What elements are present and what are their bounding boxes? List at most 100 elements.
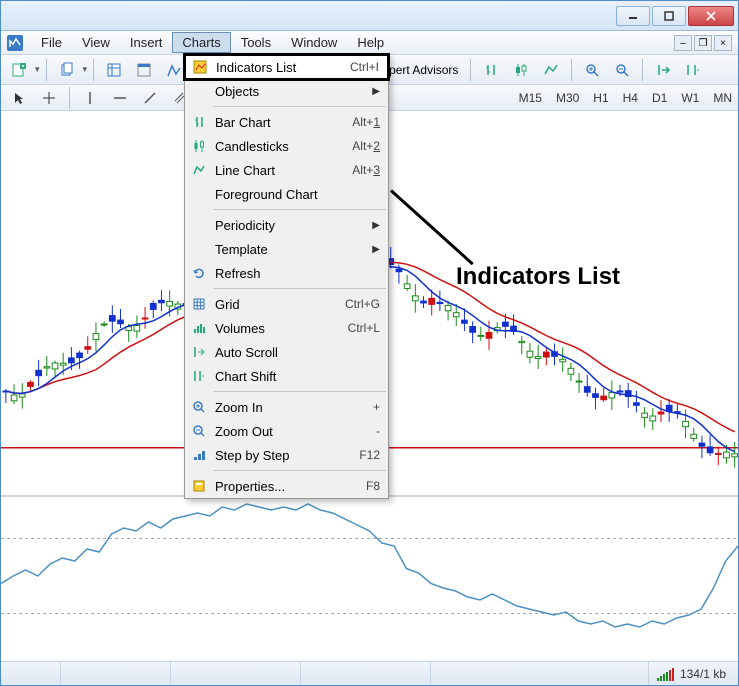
menu-window[interactable]: Window [281, 32, 347, 53]
menu-item-template[interactable]: Template ▶ [185, 237, 388, 261]
menu-item-refresh[interactable]: Refresh [185, 261, 388, 285]
menu-item-label: Bar Chart [215, 115, 271, 130]
submenu-arrow-icon: ▶ [372, 220, 380, 231]
bar-icon [191, 114, 207, 130]
menu-item-label: Zoom Out [215, 424, 273, 439]
menu-item-shortcut: F8 [366, 479, 380, 493]
zoom-in-button[interactable] [578, 58, 606, 82]
submenu-arrow-icon: ▶ [372, 86, 380, 97]
candle-icon [191, 138, 207, 154]
tf-h4[interactable]: H4 [617, 89, 644, 107]
menu-item-zoom-in[interactable]: Zoom In+ [185, 395, 388, 419]
tf-h1[interactable]: H1 [587, 89, 614, 107]
menu-item-label: Chart Shift [215, 369, 276, 384]
menu-item-shortcut: Ctrl+I [350, 60, 379, 74]
close-button[interactable] [688, 6, 734, 26]
menu-insert[interactable]: Insert [120, 32, 173, 53]
new-chart-button[interactable] [5, 58, 33, 82]
menu-item-label: Indicators List [216, 60, 296, 75]
chartshift-icon [191, 368, 207, 384]
menu-item-label: Step by Step [215, 448, 289, 463]
hline-button[interactable] [106, 86, 134, 110]
minimize-button[interactable] [616, 6, 650, 26]
annotation-label: Indicators List [456, 263, 620, 291]
cursor-button[interactable] [5, 86, 33, 110]
bar-chart-button[interactable] [477, 58, 505, 82]
zoomout-icon [191, 423, 207, 439]
statusbar: 134/1 kb [1, 661, 738, 685]
menu-item-indicators-list[interactable]: Indicators List Ctrl+I [183, 53, 390, 81]
chartshift-button[interactable] [679, 58, 707, 82]
titlebar [1, 1, 738, 31]
menu-separator [213, 288, 386, 289]
menu-file[interactable]: File [31, 32, 72, 53]
menu-item-label: Refresh [215, 266, 261, 281]
menu-item-shortcut: Alt+2 [352, 139, 380, 153]
vline-button[interactable] [76, 86, 104, 110]
connection-status[interactable]: 134/1 kb [649, 662, 738, 685]
mdi-minimize[interactable]: – [674, 35, 692, 51]
connection-bars-icon [657, 667, 674, 681]
menu-item-label: Candlesticks [215, 139, 289, 154]
tf-m30[interactable]: M30 [550, 89, 585, 107]
menu-item-label: Volumes [215, 321, 265, 336]
tf-d1[interactable]: D1 [646, 89, 673, 107]
trendline-button[interactable] [136, 86, 164, 110]
menu-item-shortcut: - [376, 424, 380, 438]
menu-separator [213, 106, 386, 107]
menu-item-label: Template [215, 242, 268, 257]
menu-item-candlesticks[interactable]: Candlesticks Alt+2 [185, 134, 388, 158]
menu-item-properties[interactable]: Properties... F8 [185, 474, 388, 498]
indicators-icon [192, 59, 208, 75]
menu-charts[interactable]: Charts [172, 32, 230, 53]
menu-item-line-chart[interactable]: Line ChartAlt+3 [185, 158, 388, 182]
menu-item-label: Properties... [215, 479, 285, 494]
submenu-arrow-icon: ▶ [372, 244, 380, 255]
autoscroll-icon [191, 344, 207, 360]
menu-item-objects[interactable]: Objects ▶ [185, 79, 388, 103]
app-window: File View Insert Charts Tools Window Hel… [0, 0, 739, 686]
crosshair-button[interactable] [35, 86, 63, 110]
menu-item-auto-scroll[interactable]: Auto Scroll [185, 340, 388, 364]
menu-help[interactable]: Help [347, 32, 394, 53]
menu-item-label: Zoom In [215, 400, 263, 415]
menu-item-bar-chart[interactable]: Bar ChartAlt+1 [185, 110, 388, 134]
menu-item-label: Grid [215, 297, 240, 312]
autoscroll-button[interactable] [649, 58, 677, 82]
step-icon [191, 447, 207, 463]
profiles-button[interactable] [53, 58, 81, 82]
menu-item-chart-shift[interactable]: Chart Shift [185, 364, 388, 388]
menu-item-label: Objects [215, 84, 259, 99]
menu-item-label: Auto Scroll [215, 345, 278, 360]
menu-separator [213, 209, 386, 210]
mdi-controls: – ❐ × [674, 35, 732, 51]
menu-separator [213, 470, 386, 471]
menu-item-periodicity[interactable]: Periodicity ▶ [185, 213, 388, 237]
candlestick-button[interactable] [507, 58, 535, 82]
menu-item-shortcut: Alt+3 [352, 163, 380, 177]
menu-view[interactable]: View [72, 32, 120, 53]
line-chart-button[interactable] [537, 58, 565, 82]
menu-item-zoom-out[interactable]: Zoom Out - [185, 419, 388, 443]
props-icon [191, 478, 207, 494]
menu-item-step-by-step[interactable]: Step by StepF12 [185, 443, 388, 467]
refresh-icon [191, 265, 207, 281]
market-watch-button[interactable] [100, 58, 128, 82]
menu-item-label: Periodicity [215, 218, 275, 233]
data-window-button[interactable] [130, 58, 158, 82]
menubar: File View Insert Charts Tools Window Hel… [1, 31, 738, 55]
mdi-restore[interactable]: ❐ [694, 35, 712, 51]
menu-item-foreground-chart[interactable]: Foreground Chart [185, 182, 388, 206]
connection-text: 134/1 kb [680, 667, 726, 681]
line-icon [191, 162, 207, 178]
tf-mn[interactable]: MN [707, 89, 738, 107]
tf-w1[interactable]: W1 [675, 89, 705, 107]
tf-m15[interactable]: M15 [513, 89, 548, 107]
zoom-out-button[interactable] [608, 58, 636, 82]
menu-item-grid[interactable]: Grid Ctrl+G [185, 292, 388, 316]
mdi-close[interactable]: × [714, 35, 732, 51]
menu-tools[interactable]: Tools [231, 32, 281, 53]
menu-item-shortcut: Ctrl+G [345, 297, 380, 311]
menu-item-volumes[interactable]: VolumesCtrl+L [185, 316, 388, 340]
maximize-button[interactable] [652, 6, 686, 26]
